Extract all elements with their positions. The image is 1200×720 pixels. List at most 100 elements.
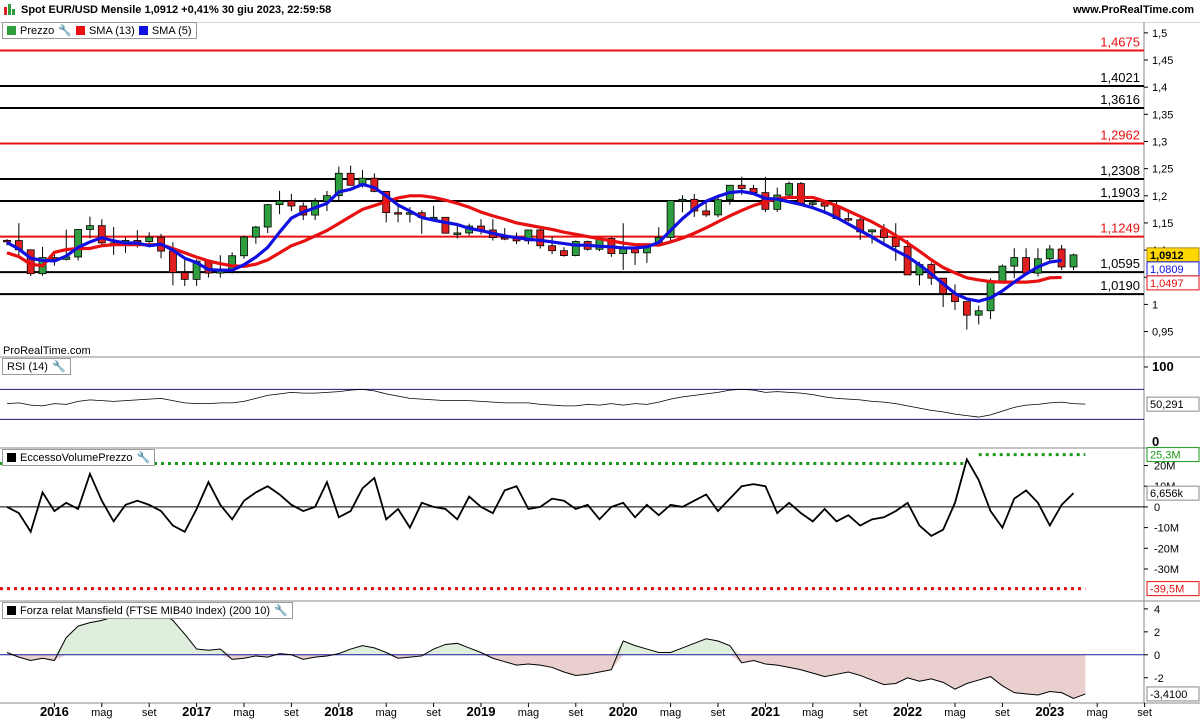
candle-body	[251, 226, 260, 238]
x-tick-label: set	[426, 707, 441, 719]
level-label: 1,0190	[1100, 278, 1140, 293]
candle-body	[808, 202, 817, 205]
sma13-color-swatch	[75, 26, 85, 35]
candle-body	[263, 204, 272, 228]
evp-color-swatch	[7, 453, 16, 462]
rsi-label[interactable]: RSI (14)	[7, 361, 48, 373]
y-tick-label: 4	[1154, 604, 1160, 616]
candle-body	[714, 199, 722, 216]
sma5-color-swatch	[138, 26, 148, 35]
y-tick-label: -2	[1154, 673, 1164, 685]
x-tick-label: 2019	[467, 704, 496, 719]
x-tick-label: mag	[1086, 707, 1107, 719]
x-tick-label: mag	[375, 707, 396, 719]
candle-body	[974, 310, 983, 316]
price-label: Prezzo	[20, 24, 55, 37]
level-label: 1,1249	[1100, 221, 1140, 236]
candle-body	[1010, 257, 1019, 267]
candle-body	[287, 200, 296, 207]
candle-body	[453, 232, 462, 235]
wrench-icon[interactable]: 🔧	[137, 451, 151, 464]
x-tick-label: 2021	[751, 704, 780, 719]
x-tick-label: mag	[802, 707, 823, 719]
x-tick-label: 2020	[609, 704, 638, 719]
y-tick-label: 0	[1152, 434, 1159, 449]
level-label: 1,2308	[1100, 163, 1140, 178]
level-label: 1,1903	[1100, 185, 1140, 200]
sma5-label[interactable]: SMA (5)	[152, 25, 192, 37]
candle-body	[903, 246, 912, 276]
price-color-swatch	[7, 26, 16, 35]
y-tick-label: -30M	[1154, 564, 1179, 576]
mansfield-legend: Forza relat Mansfield (FTSE MIB40 Index)…	[2, 602, 293, 619]
evp-line	[6, 457, 1075, 537]
wrench-icon[interactable]: 🔧	[52, 360, 66, 373]
x-tick-label: mag	[233, 707, 254, 719]
candle-body	[1045, 248, 1054, 260]
candle-body	[145, 236, 154, 242]
candle-body	[180, 272, 189, 280]
candle-body	[785, 183, 793, 196]
x-tick-label: set	[995, 707, 1010, 719]
wrench-icon[interactable]: 🔧	[58, 24, 72, 37]
sma13-label[interactable]: SMA (13)	[89, 25, 135, 37]
x-tick-label: set	[1137, 707, 1152, 719]
candle-body	[86, 225, 94, 230]
price-legend: Prezzo 🔧 SMA (13) SMA (5)	[2, 22, 197, 39]
rsi-legend: RSI (14) 🔧	[2, 358, 71, 375]
candle-body	[797, 183, 805, 204]
candle-body	[536, 229, 545, 247]
x-tick-label: mag	[944, 707, 965, 719]
rsi-line	[6, 389, 1086, 418]
candle-body	[1057, 248, 1066, 268]
mansfield-label[interactable]: Forza relat Mansfield (FTSE MIB40 Index)…	[20, 605, 270, 617]
mansfield-negative-area	[7, 654, 1086, 699]
candle-body	[962, 301, 971, 316]
y-tick-label: 1,5	[1152, 28, 1167, 40]
candle-body	[560, 250, 568, 256]
x-tick-label: mag	[660, 707, 681, 719]
y-tick-label: 1,45	[1152, 55, 1173, 67]
y-tick-label: -10M	[1154, 523, 1179, 535]
x-tick-label: mag	[518, 707, 539, 719]
y-tick-label: -20M	[1154, 543, 1179, 555]
candle-body	[998, 265, 1007, 283]
candle-body	[394, 212, 402, 215]
evp-label[interactable]: EccessoVolumePrezzo	[20, 452, 133, 464]
sma13-tag: 1,0497	[1150, 278, 1184, 290]
level-label: 1,0595	[1100, 256, 1140, 271]
y-tick-label: 100	[1152, 359, 1174, 374]
y-tick-label: 1,25	[1152, 164, 1173, 176]
candle-body	[737, 184, 746, 189]
x-tick-label: set	[711, 707, 726, 719]
x-tick-label: set	[568, 707, 583, 719]
x-tick-label: mag	[91, 707, 112, 719]
candle-body	[702, 210, 711, 216]
y-tick-label: 0,95	[1152, 327, 1173, 339]
level-label: 1,4675	[1100, 35, 1140, 50]
sma5-tag: 1,0809	[1150, 264, 1184, 276]
rsi-last-label: 50,291	[1150, 399, 1184, 411]
evp-legend: EccessoVolumePrezzo 🔧	[2, 449, 156, 466]
evp-upper-label: 25,3M	[1150, 450, 1181, 462]
wrench-icon[interactable]: 🔧	[274, 604, 288, 617]
y-tick-label: 1,3	[1152, 136, 1167, 148]
level-label: 1,2962	[1100, 128, 1140, 143]
y-tick-label: 1,35	[1152, 109, 1173, 121]
candle-body	[3, 239, 11, 243]
x-tick-label: 2016	[40, 704, 69, 719]
x-tick-label: 2023	[1035, 704, 1064, 719]
candle-body	[275, 200, 284, 206]
candle-body	[678, 198, 687, 202]
candle-body	[74, 229, 82, 258]
candle-body	[441, 216, 450, 234]
y-tick-label: 2	[1154, 627, 1160, 639]
y-tick-label: 20M	[1154, 461, 1175, 473]
x-tick-label: set	[284, 707, 299, 719]
mansfield-color-swatch	[7, 606, 16, 615]
y-tick-label: 1,15	[1152, 218, 1173, 230]
y-tick-label: 1	[1152, 299, 1158, 311]
y-tick-label: 1,2	[1152, 191, 1167, 203]
y-tick-label: 1,4	[1152, 82, 1167, 94]
candle-body	[97, 225, 106, 244]
